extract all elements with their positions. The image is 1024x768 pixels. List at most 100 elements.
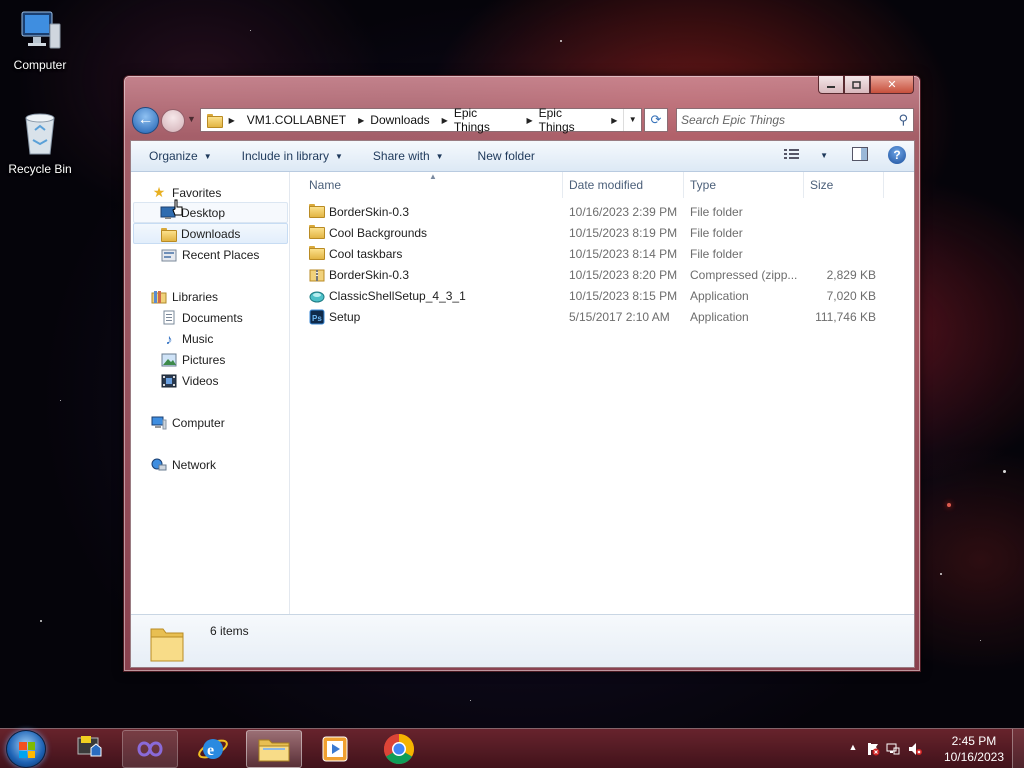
start-button[interactable]: [6, 730, 46, 768]
file-date: 5/15/2017 2:10 AM: [569, 310, 670, 324]
nav-libraries[interactable]: Libraries: [151, 286, 218, 307]
column-header-label: Date modified: [569, 178, 644, 192]
restore-icon: [852, 80, 861, 89]
taskbar-app[interactable]: [307, 730, 363, 768]
share-with-button[interactable]: Share with ▼: [373, 149, 444, 163]
show-hidden-icons-button[interactable]: ▲: [846, 742, 860, 756]
breadcrumb-item[interactable]: VM1.COLLABNET: [247, 113, 346, 127]
nav-downloads[interactable]: Downloads: [133, 223, 288, 244]
winstep-icon: [77, 736, 102, 757]
chevron-right-icon: ▶: [526, 115, 533, 125]
file-size: 2,829 KB: [826, 268, 876, 282]
breadcrumb-separator[interactable]: ▶: [229, 116, 241, 125]
show-desktop-button[interactable]: [1012, 729, 1024, 768]
view-dropdown-button[interactable]: ▼: [808, 151, 828, 160]
column-header-label: Type: [690, 178, 717, 192]
nav-pictures[interactable]: Pictures: [161, 349, 225, 370]
include-in-library-button[interactable]: Include in library ▼: [242, 149, 343, 163]
shell-app-icon: [309, 288, 325, 304]
network-tray-icon[interactable]: [886, 742, 900, 756]
file-name: Cool taskbars: [329, 247, 403, 261]
file-date: 10/15/2023 8:20 PM: [569, 268, 678, 282]
address-history-button[interactable]: ▼: [623, 109, 641, 131]
include-in-library-label: Include in library: [241, 149, 329, 163]
chevron-right-icon: ▶: [611, 115, 618, 125]
column-header-name[interactable]: ▲ Name: [291, 172, 563, 198]
taskbar-app[interactable]: [62, 730, 118, 768]
nav-documents[interactable]: Documents: [161, 307, 243, 328]
maximize-button[interactable]: [844, 76, 870, 94]
nav-label: Desktop: [181, 205, 226, 220]
file-list: ▲ Name Date modified Type Size BorderSki…: [291, 172, 914, 614]
desktop-icon-label: Recycle Bin: [8, 162, 72, 176]
address-bar[interactable]: ▶ VM1.COLLABNET ▶ Downloads ▶ Epic Things …: [200, 106, 642, 134]
file-date: 10/15/2023 8:15 PM: [569, 289, 678, 303]
column-header-date-modified[interactable]: Date modified: [563, 172, 684, 198]
preview-pane-button[interactable]: [852, 146, 868, 164]
taskbar-app[interactable]: [371, 730, 427, 768]
zip-folder-icon: [309, 267, 325, 283]
nav-videos[interactable]: Videos: [161, 370, 218, 391]
taskbar-app[interactable]: [246, 730, 302, 768]
music-icon: ♪: [165, 330, 173, 347]
nav-label: Favorites: [172, 185, 222, 200]
documents-icon: [161, 310, 177, 326]
folder-icon: [309, 225, 325, 241]
forward-button[interactable]: [161, 109, 185, 133]
view-options-button[interactable]: [784, 148, 800, 163]
desktop-icon-label: Computer: [13, 58, 67, 72]
details-pane: 6 items: [131, 614, 914, 667]
recycle-bin-icon: [18, 110, 62, 158]
file-row[interactable]: ClassicShellSetup_4_3_1 10/15/2023 8:15 …: [291, 286, 914, 307]
network-icon: [151, 457, 167, 473]
nav-music[interactable]: ♪ Music: [161, 328, 214, 349]
new-folder-button[interactable]: New folder: [478, 149, 535, 163]
file-date: 10/16/2023 2:39 PM: [569, 205, 678, 219]
column-header-size[interactable]: Size: [804, 172, 884, 198]
help-icon[interactable]: ?: [888, 146, 906, 164]
breadcrumb-label: Epic Things: [453, 106, 490, 134]
volume-muted-icon[interactable]: [908, 742, 922, 756]
windows-logo-icon: [19, 742, 35, 758]
media-player-icon: [322, 736, 348, 762]
taskbar-app[interactable]: [122, 730, 178, 768]
column-header-type[interactable]: Type: [684, 172, 804, 198]
nav-network[interactable]: Network: [151, 454, 216, 475]
desktop-icon-recycle-bin[interactable]: Recycle Bin: [0, 110, 80, 176]
file-row[interactable]: BorderSkin-0.3 10/16/2023 2:39 PM File f…: [291, 202, 914, 223]
breadcrumb-item[interactable]: ▶ Downloads: [358, 113, 430, 127]
recent-pages-button[interactable]: ▼: [187, 114, 197, 124]
breadcrumb-item[interactable]: ▶ Epic Things: [526, 106, 599, 134]
nav-favorites[interactable]: ★ Favorites: [151, 182, 222, 203]
hand-cursor-icon: [172, 199, 184, 217]
breadcrumb-label: VM1.COLLABNET: [246, 113, 347, 127]
file-size: 111,746 KB: [815, 310, 876, 324]
file-row[interactable]: Cool taskbars 10/15/2023 8:14 PM File fo…: [291, 244, 914, 265]
back-button[interactable]: ←: [132, 107, 159, 134]
back-arrow-icon: ←: [137, 111, 154, 128]
computer-icon: [151, 415, 167, 431]
nav-desktop[interactable]: Desktop: [133, 202, 288, 223]
nav-computer[interactable]: Computer: [151, 412, 225, 433]
search-placeholder: Search Epic Things: [681, 113, 786, 127]
taskbar-clock[interactable]: 2:45 PM 10/16/2023: [944, 733, 1004, 765]
close-button[interactable]: ✕: [870, 76, 914, 94]
breadcrumb-separator[interactable]: ▶: [611, 116, 623, 125]
file-row[interactable]: Cool Backgrounds 10/15/2023 8:19 PM File…: [291, 223, 914, 244]
organize-button[interactable]: Organize ▼: [149, 149, 212, 163]
file-row[interactable]: BorderSkin-0.3 10/15/2023 8:20 PM Compre…: [291, 265, 914, 286]
breadcrumb-item[interactable]: ▶ Epic Things: [442, 106, 515, 134]
taskbar-app[interactable]: e: [185, 730, 241, 768]
search-input[interactable]: Search Epic Things ⚲: [676, 108, 914, 132]
minimize-button[interactable]: [818, 76, 844, 94]
nav-label: Libraries: [172, 289, 219, 304]
refresh-icon: ⟳: [650, 112, 662, 127]
file-type: File folder: [690, 226, 743, 240]
chrome-icon: [383, 734, 415, 765]
desktop-icon-computer[interactable]: Computer: [0, 10, 80, 72]
file-row[interactable]: Ps Setup 5/15/2017 2:10 AM Application 1…: [291, 307, 914, 328]
file-type: Application: [690, 310, 749, 324]
action-center-icon[interactable]: [866, 742, 880, 756]
refresh-button[interactable]: ⟳: [644, 108, 668, 132]
nav-recent-places[interactable]: Recent Places: [161, 244, 259, 265]
